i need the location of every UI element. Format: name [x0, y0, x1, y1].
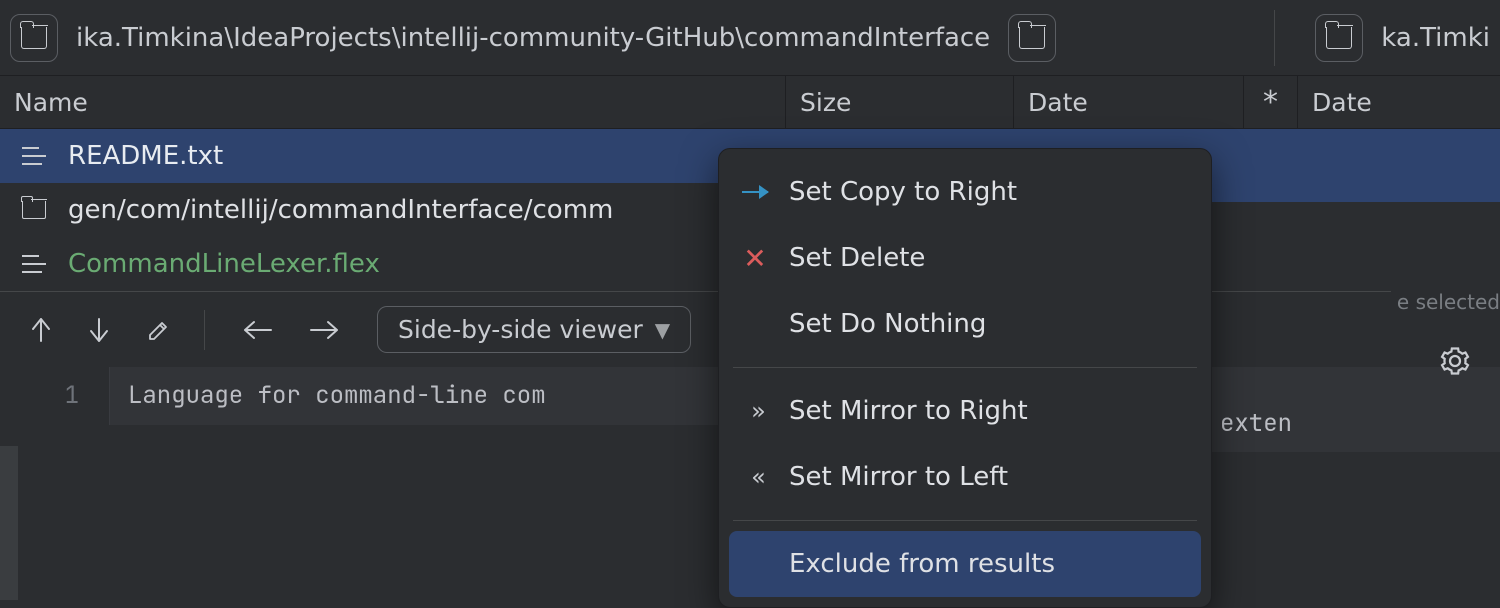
double-chevron-right-icon: »	[741, 397, 769, 425]
arrow-right-icon	[741, 191, 769, 194]
right-path-text: ka.Timki	[1381, 23, 1490, 53]
viewer-mode-select[interactable]: Side-by-side viewer ▼	[377, 306, 691, 353]
column-date-right[interactable]: Date	[1298, 76, 1500, 128]
menu-set-copy-right[interactable]: Set Copy to Right	[719, 159, 1211, 225]
viewer-mode-label: Side-by-side viewer	[398, 315, 643, 344]
prev-diff-button[interactable]	[30, 317, 52, 343]
right-selected-row-bg	[1212, 148, 1500, 202]
menu-item-label: Exclude from results	[789, 549, 1055, 579]
menu-mirror-right[interactable]: » Set Mirror to Right	[719, 378, 1211, 444]
menu-item-label: Set Mirror to Left	[789, 462, 1008, 492]
gear-icon[interactable]	[1438, 344, 1472, 378]
gutter-line-number: 1	[0, 367, 110, 425]
text-file-icon	[22, 144, 46, 168]
menu-separator	[733, 520, 1197, 521]
right-editor-snippet: exten	[1212, 394, 1500, 452]
path-bar: ika.Timkina\IdeaProjects\intellij-commun…	[0, 0, 1500, 75]
folder-icon	[22, 201, 46, 219]
file-name: README.txt	[68, 141, 223, 171]
folder-icon[interactable]	[10, 14, 58, 62]
text-file-icon	[22, 252, 46, 276]
next-diff-button[interactable]	[88, 317, 110, 343]
column-date[interactable]: Date	[1014, 76, 1244, 128]
file-name: gen/com/intellij/commandInterface/comm	[68, 195, 613, 225]
chevron-down-icon: ▼	[655, 318, 670, 342]
menu-item-label: Set Do Nothing	[789, 309, 986, 339]
right-status-hint: e selected	[1391, 284, 1500, 320]
edit-button[interactable]	[146, 319, 168, 341]
menu-item-label: Set Mirror to Right	[789, 396, 1028, 426]
double-chevron-left-icon: «	[741, 463, 769, 491]
folder-icon[interactable]	[1315, 14, 1363, 62]
left-path-text: ika.Timkina\IdeaProjects\intellij-commun…	[76, 23, 990, 53]
menu-exclude[interactable]: Exclude from results	[729, 531, 1201, 597]
menu-item-label: Set Copy to Right	[789, 177, 1017, 207]
menu-set-do-nothing[interactable]: Set Do Nothing	[719, 291, 1211, 357]
menu-separator	[733, 367, 1197, 368]
menu-item-label: Set Delete	[789, 243, 925, 273]
file-name: CommandLineLexer.flex	[68, 249, 380, 279]
close-icon: ✕	[741, 242, 769, 275]
column-headers: Name Size Date * Date	[0, 75, 1500, 129]
column-diff[interactable]: *	[1244, 76, 1298, 128]
gutter-edge	[0, 446, 18, 600]
column-name[interactable]: Name	[0, 76, 786, 128]
nav-back-button[interactable]	[241, 319, 273, 341]
menu-mirror-left[interactable]: « Set Mirror to Left	[719, 444, 1211, 510]
context-menu: Set Copy to Right ✕ Set Delete Set Do No…	[718, 148, 1212, 608]
nav-forward-button[interactable]	[309, 319, 341, 341]
menu-set-delete[interactable]: ✕ Set Delete	[719, 225, 1211, 291]
column-size[interactable]: Size	[786, 76, 1014, 128]
open-path-button[interactable]	[1008, 14, 1056, 62]
